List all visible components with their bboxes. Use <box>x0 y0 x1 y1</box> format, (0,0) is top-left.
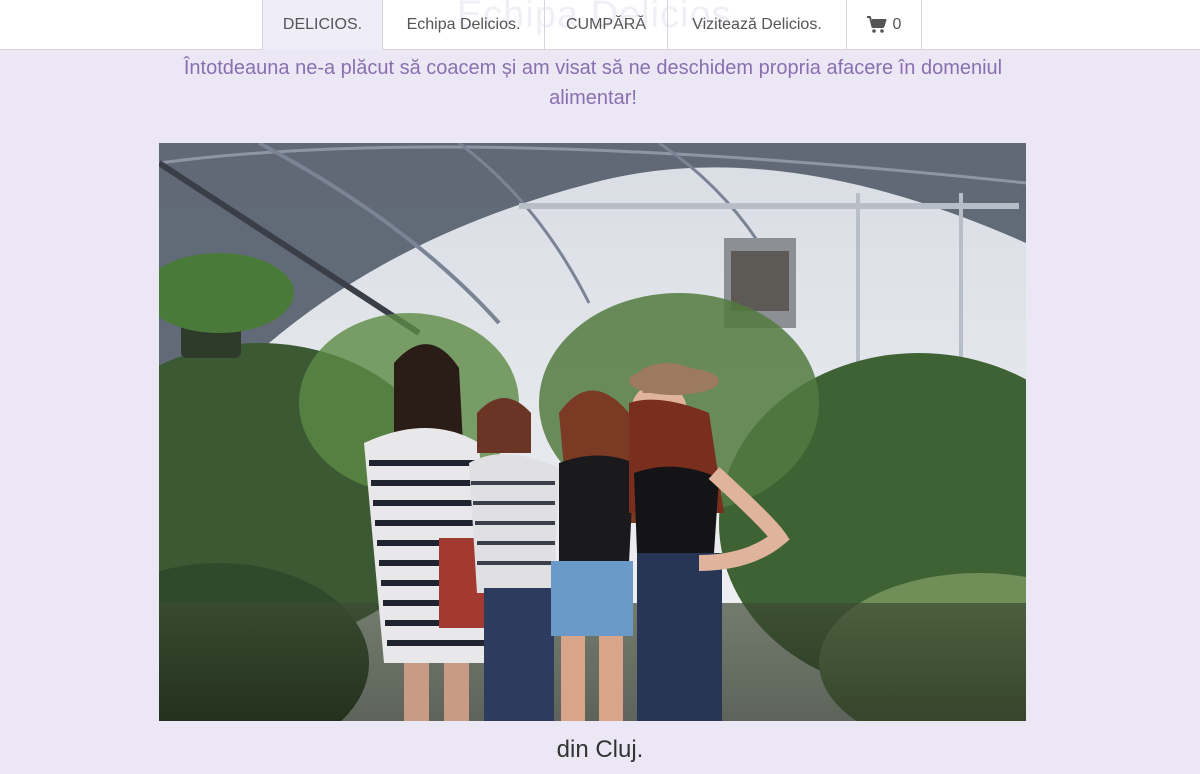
nav-item-delicios[interactable]: DELICIOS. <box>262 0 382 50</box>
nav-item-viziteaza[interactable]: Vizitează Delicios. <box>667 0 846 50</box>
intro-text: Întotdeauna ne-a plăcut să coacem și am … <box>183 57 1003 109</box>
nav-item-cumpara[interactable]: CUMPĂRĂ <box>544 0 667 50</box>
nav-item-echipa[interactable]: Echipa Delicios. <box>382 0 544 50</box>
top-navbar: Echipa Delicios. DELICIOS. Echipa Delici… <box>0 0 1200 50</box>
team-photo-illustration <box>159 143 1026 721</box>
cart-count: 0 <box>892 16 902 33</box>
nav-item-cart[interactable]: 0 <box>846 0 922 50</box>
nav-list: DELICIOS. Echipa Delicios. CUMPĂRĂ Vizit… <box>262 0 922 50</box>
shopping-cart-icon <box>866 16 887 33</box>
team-photo <box>159 143 1026 721</box>
photo-caption: din Cluj. <box>556 736 644 763</box>
